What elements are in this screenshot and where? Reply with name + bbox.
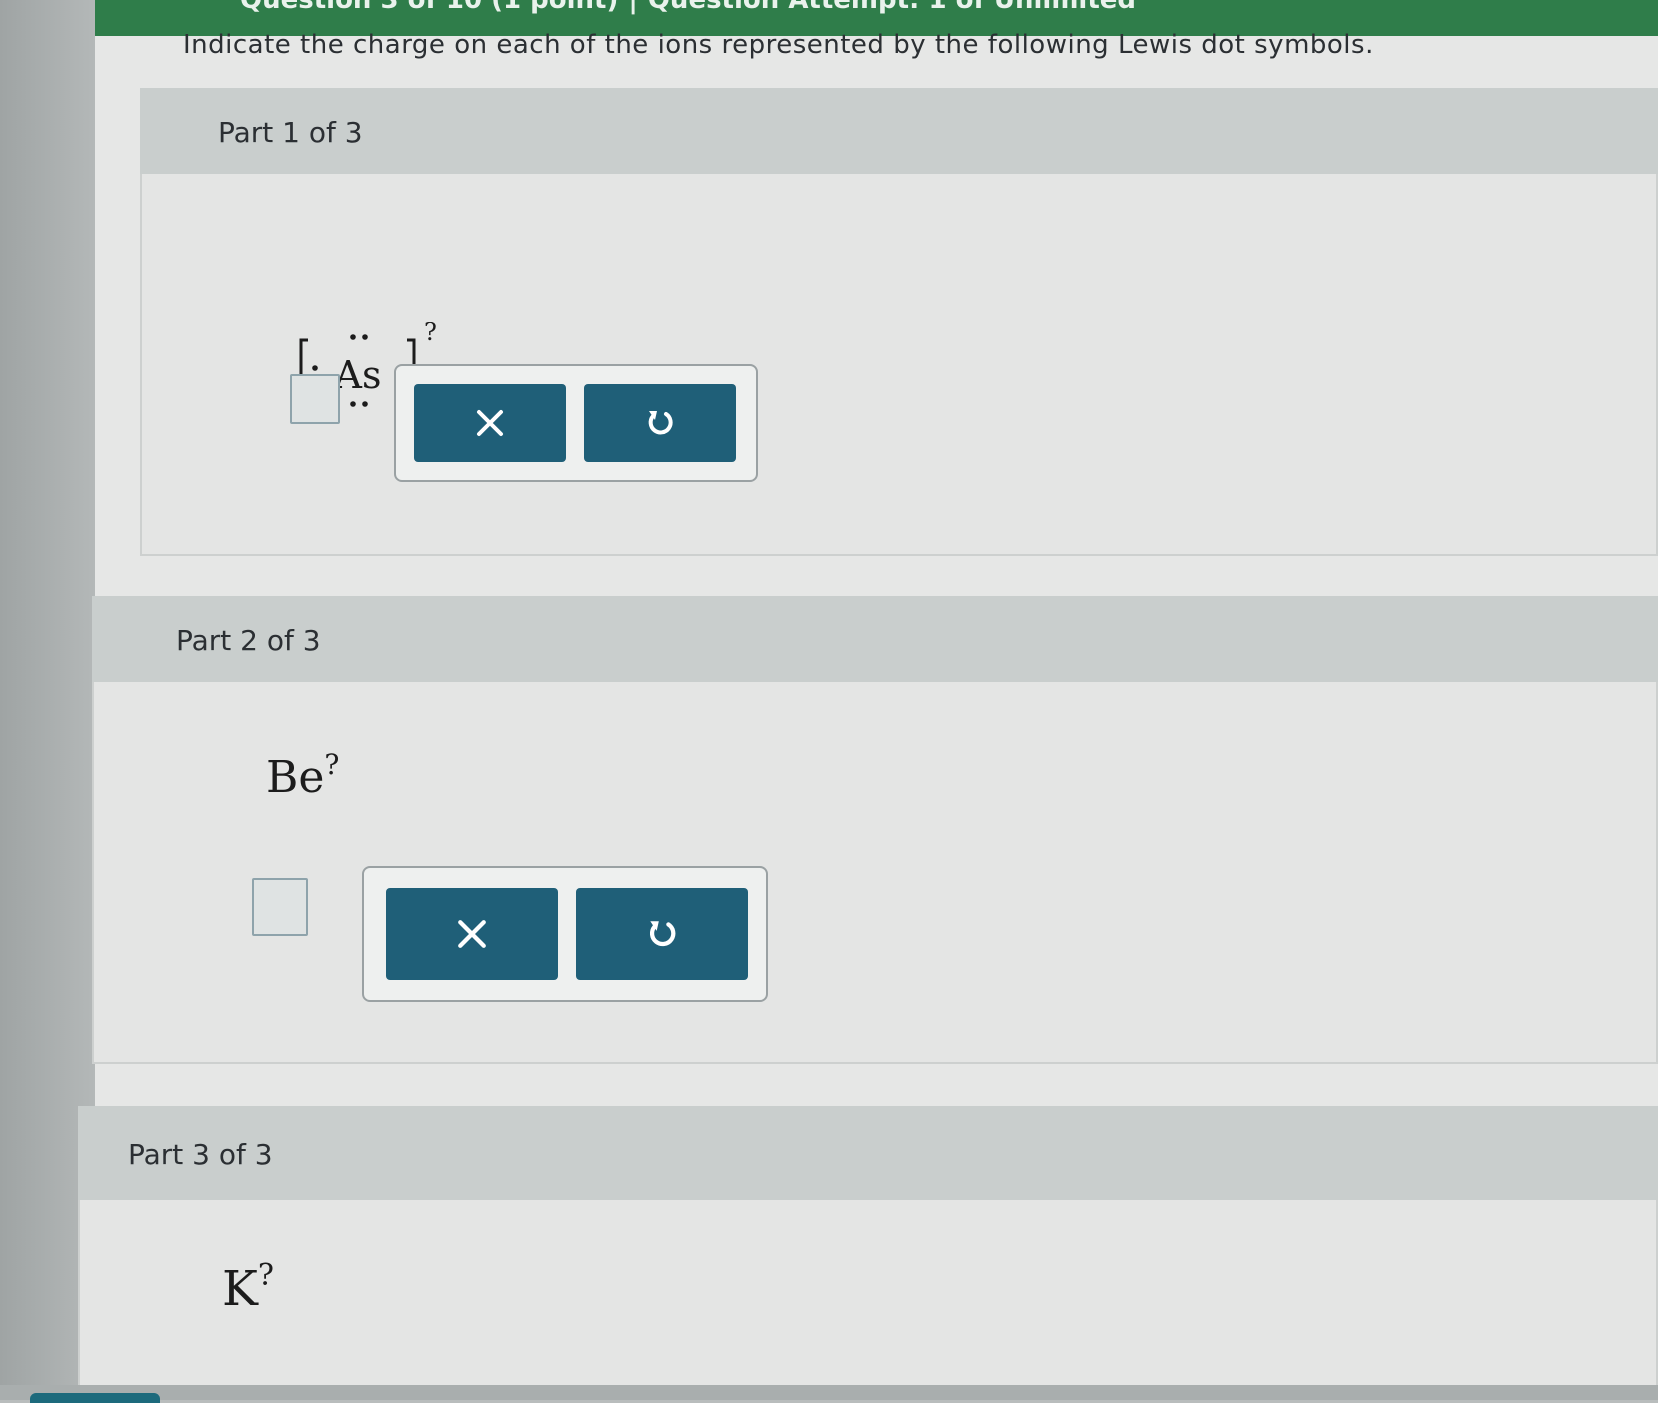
element-symbol-as: As: [334, 353, 382, 397]
answer-tools-panel: [394, 364, 758, 482]
element-k: K: [222, 1261, 258, 1317]
part-2: Part 2 of 3 Be?: [92, 596, 1658, 1064]
answer-tools-panel: [362, 866, 768, 1002]
question-attempt: Question Attempt: 1 of Unlimited: [647, 0, 1137, 15]
part-2-header: Part 2 of 3: [92, 596, 1658, 682]
undo-icon: [648, 411, 673, 435]
part-1-body: As ?: [140, 174, 1658, 556]
bottom-edge: [0, 1385, 1658, 1400]
part-2-title: Part 2 of 3: [176, 624, 321, 657]
element-be: Be: [266, 752, 325, 803]
element-symbol-be: Be?: [266, 748, 339, 803]
header-separator: |: [628, 0, 638, 15]
element-symbol-k: K?: [222, 1258, 274, 1317]
part-3-title: Part 3 of 3: [128, 1138, 273, 1171]
question-header-text: Question 3 of 10 (1 point) | Question Atte…: [240, 0, 1136, 15]
clear-button[interactable]: [386, 888, 558, 980]
part-3: Part 3 of 3 K?: [78, 1106, 1658, 1385]
close-icon: [458, 920, 486, 948]
question-instruction: Indicate the charge on each of the ions …: [183, 30, 1374, 60]
part-3-body: K?: [78, 1200, 1658, 1385]
part-1-title: Part 1 of 3: [218, 116, 363, 149]
part-1-header: Part 1 of 3: [140, 88, 1658, 174]
part-2-body: Be?: [92, 682, 1658, 1064]
charge-placeholder: ?: [257, 1258, 274, 1293]
part-3-header: Part 3 of 3: [78, 1106, 1658, 1200]
charge-placeholder: ?: [324, 748, 340, 781]
undo-button[interactable]: [576, 888, 748, 980]
charge-answer-box[interactable]: [252, 878, 308, 936]
charge-answer-box[interactable]: [290, 374, 340, 424]
part-1: Part 1 of 3 As ?: [140, 88, 1658, 556]
charge-placeholder: ?: [424, 322, 437, 346]
undo-icon: [649, 921, 676, 947]
bottom-button-edge[interactable]: [30, 1393, 160, 1403]
close-icon: [477, 410, 503, 436]
clear-button[interactable]: [414, 384, 566, 462]
undo-button[interactable]: [584, 384, 736, 462]
question-number: Question 3 of 10 (1 point): [240, 0, 619, 15]
